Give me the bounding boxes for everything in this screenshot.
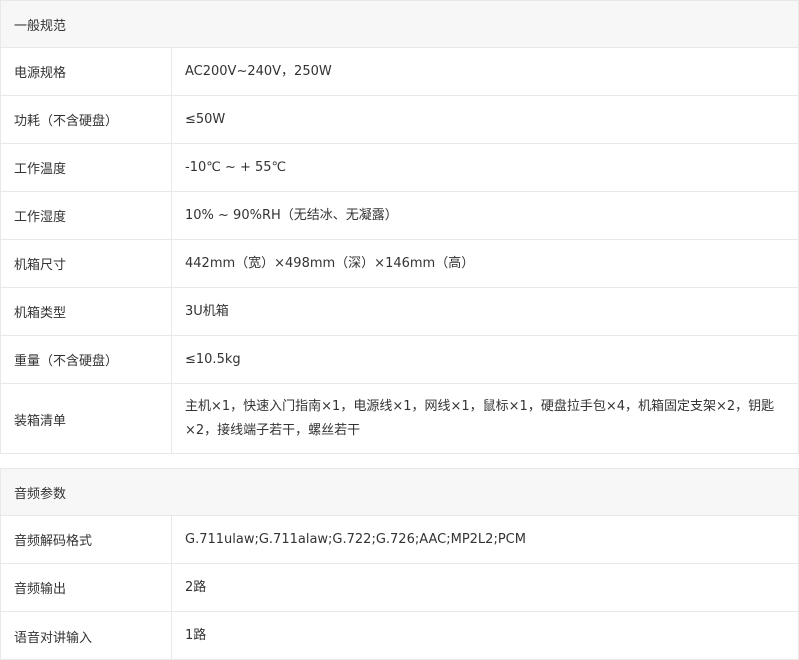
row-value: 主机×1，快速入门指南×1，电源线×1，网线×1，鼠标×1，硬盘拉手包×4，机箱… [185,399,775,438]
row-value: 10% ~ 90%RH（无结冰、无凝露） [185,207,398,223]
row-value: -10℃ ~ + 55℃ [185,159,287,175]
table-row: 工作湿度 10% ~ 90%RH（无结冰、无凝露） [1,192,798,240]
row-value: G.711ulaw;G.711alaw;G.722;G.726;AAC;MP2L… [185,531,526,547]
general-spec-title: 一般规范 [14,18,67,34]
row-value: AC200V~240V，250W [185,63,332,79]
general-spec-table: 一般规范 电源规格 AC200V~240V，250W 功耗（不含硬盘） ≤50W… [0,0,799,454]
row-label: 工作温度 [1,144,172,191]
table-row: 工作温度 -10℃ ~ + 55℃ [1,144,798,192]
row-label: 语音对讲输入 [1,612,172,660]
row-value: ≤50W [185,111,226,127]
table-row: 重量（不含硬盘） ≤10.5kg [1,336,798,384]
row-label: 音频解码格式 [1,516,172,563]
table-row: 机箱尺寸 442mm（宽）×498mm（深）×146mm（高） [1,240,798,288]
row-value: 2路 [185,579,207,595]
row-label: 机箱类型 [1,288,172,335]
row-label: 电源规格 [1,48,172,95]
row-value: 442mm（宽）×498mm（深）×146mm（高） [185,255,475,271]
row-label: 功耗（不含硬盘） [1,96,172,143]
row-value: ≤10.5kg [185,351,241,367]
row-label: 音频输出 [1,564,172,611]
table-row: 机箱类型 3U机箱 [1,288,798,336]
table-row: 音频输出 2路 [1,564,798,612]
table-row: 功耗（不含硬盘） ≤50W [1,96,798,144]
general-spec-header: 一般规范 [1,1,798,48]
row-label: 机箱尺寸 [1,240,172,287]
audio-spec-header: 音频参数 [1,469,798,516]
table-row: 装箱清单 主机×1，快速入门指南×1，电源线×1，网线×1，鼠标×1，硬盘拉手包… [1,384,798,454]
audio-spec-title: 音频参数 [14,486,67,502]
audio-spec-table: 音频参数 音频解码格式 G.711ulaw;G.711alaw;G.722;G.… [0,468,799,660]
table-row: 电源规格 AC200V~240V，250W [1,48,798,96]
table-row: 语音对讲输入 1路 [1,612,798,660]
row-label: 工作湿度 [1,192,172,239]
table-row: 音频解码格式 G.711ulaw;G.711alaw;G.722;G.726;A… [1,516,798,564]
row-label: 装箱清单 [1,384,172,454]
row-value: 1路 [185,628,207,643]
row-value: 3U机箱 [185,303,229,319]
row-label: 重量（不含硬盘） [1,336,172,383]
